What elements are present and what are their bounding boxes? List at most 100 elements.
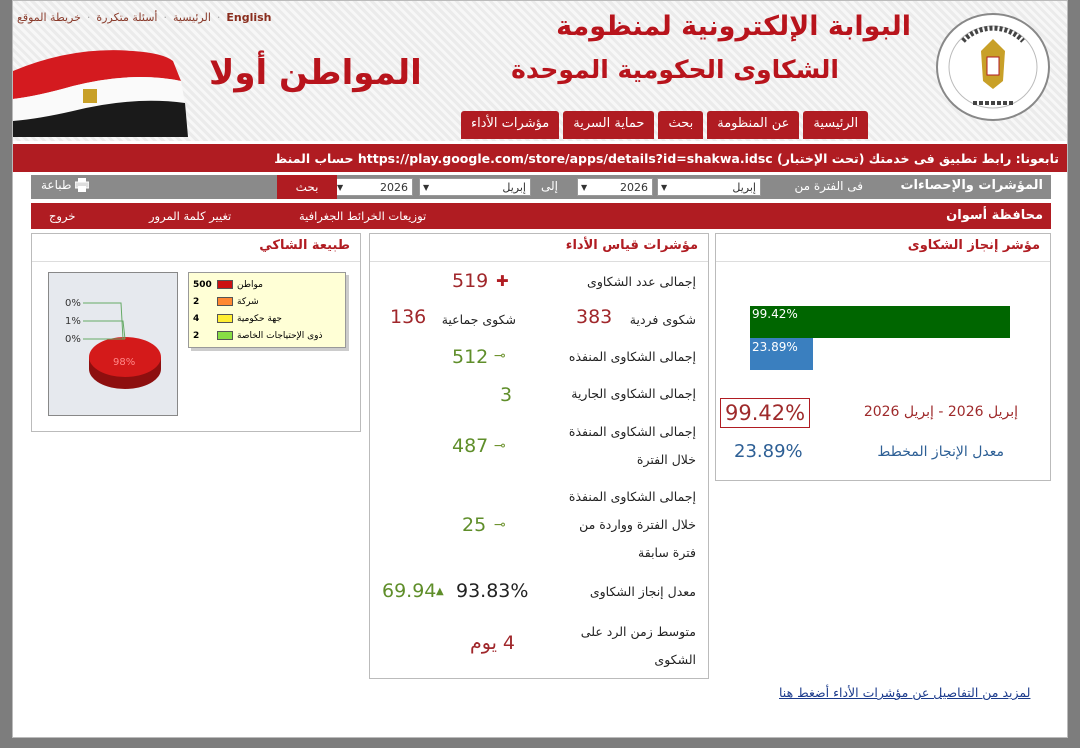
print-label: طباعة [41,178,72,192]
executed-period-label-1: إجمالى الشكاوى المنفذة [568,424,696,439]
key-icon: ⊸ [494,348,506,364]
legend-item: 4 جهة حكومية [193,310,341,327]
legend-swatch [217,314,233,323]
search-button[interactable]: بحث [277,175,337,199]
individual-value: 383 [576,306,613,328]
main-nav-tabs: مؤشرات الأداء حماية السرية بحث عن المنظو… [461,111,869,139]
planned-bar-label: 23.89% [752,340,798,354]
planned-rate-value: 23.89% [734,441,803,462]
planned-bar: 23.89% [750,338,813,370]
portal-subtitle: الشكاوى الحكومية الموحدة [511,55,839,84]
pie-chart: 0% 1% 0% 98% [48,272,178,416]
tab-about[interactable]: عن المنظومة [707,111,800,139]
executed-period-value: 487 [452,435,489,457]
executed-value: 512 [452,346,489,368]
complainant-panel: طبيعة الشاكي 0% 1% 0% 98% 500 مواطن 2 شركة… [31,233,361,432]
pie-chart-svg: 0% 1% 0% 98% [65,298,161,389]
legend-item: 2 ذوى الإحتياجات الخاصة [193,327,341,344]
more-details-link[interactable]: لمزيد من التفاصيل عن مؤشرات الأداء أضغط … [779,685,1030,700]
separator: · [216,11,221,24]
puzzle-icon: ✚ [496,272,509,290]
current-label: إجمالى الشكاوى الجارية [571,386,696,401]
governorate-name: محافظة أسوان [946,208,1043,223]
rate-value: 93.83% [456,580,529,602]
site-header: English · الرئيسية · أسئلة متكررة · خريط… [13,1,1067,141]
pie-main-label: 98% [113,357,135,368]
cabinet-logo-icon [936,13,1050,121]
complainant-title: طبيعة الشاكي [32,234,360,262]
chevron-down-icon: ▼ [423,183,430,192]
sitemap-link[interactable]: خريطة الموقع [17,11,81,24]
executed-label: إجمالى الشكاوى المنفذه [568,349,696,364]
to-year-value: 2026 [380,181,408,194]
change-password-link[interactable]: تغيير كلمة المرور [149,209,231,223]
group-value: 136 [390,306,427,328]
pie-legend: 500 مواطن 2 شركة 4 جهة حكومية 2 ذوى الإحتياج… [188,272,346,348]
total-value: 519 [452,270,489,292]
key-icon: ⊸ [494,438,506,454]
rate-change: 69.94 [382,580,437,602]
legend-label: جهة حكومية [237,313,282,324]
legend-value: 500 [193,279,212,290]
page-frame: English · الرئيسية · أسئلة متكررة · خريط… [12,0,1068,738]
chevron-down-icon: ▼ [581,183,588,192]
from-year-select[interactable]: 2026 ▼ [577,178,653,196]
prev-label-3: فترة سابقة [638,545,696,560]
from-year-value: 2026 [620,181,648,194]
leader-line [83,320,126,340]
current-value: 3 [500,384,513,406]
legend-item: 500 مواطن [193,276,341,293]
tab-performance-indicators[interactable]: مؤشرات الأداء [461,111,560,139]
individual-label: شكوى فردية [629,312,696,327]
stats-title: المؤشرات والإحصاءات [900,178,1043,193]
response-label-1: متوسط زمن الرد على [580,624,696,639]
kpi-title: مؤشرات قياس الأداء [370,234,708,262]
period-from-label: فى الفترة من [794,179,863,193]
tab-privacy[interactable]: حماية السرية [563,111,655,139]
response-label-2: الشكوى [654,652,696,667]
to-month-select[interactable]: إبريل ▼ [419,178,531,196]
legend-item: 2 شركة [193,293,341,310]
response-value: 4 يوم [470,632,516,654]
prev-value: 25 [462,514,487,536]
achievement-value: 99.42% [720,398,811,428]
from-month-value: إبريل [732,181,756,194]
faq-link[interactable]: أسئلة متكررة [96,11,157,24]
pie-label: 0% [65,334,81,345]
pie-label: 1% [65,316,81,327]
print-button[interactable]: طباعة [41,178,90,192]
achievement-bar-label: 99.42% [752,307,798,321]
user-bar: محافظة أسوان توزيعات الخرائط الجغرافية ت… [31,203,1051,229]
prev-label-2: خلال الفترة وواردة من [579,517,696,532]
to-month-value: إبريل [502,181,526,194]
achievement-bar: 99.42% [750,306,1011,338]
logout-link[interactable]: خروج [49,209,75,223]
chevron-down-icon: ▼ [337,183,344,192]
tab-home[interactable]: الرئيسية [803,111,869,139]
slogan: المواطن أولا [209,53,422,93]
legend-value: 2 [193,296,200,307]
tab-search[interactable]: بحث [658,111,704,139]
separator: · [163,11,167,24]
legend-swatch [217,331,233,340]
separator: · [86,11,91,24]
news-ticker[interactable]: تابعونا: رابط تطبيق فى خدمتك (تحت الإختب… [13,144,1067,172]
to-year-select[interactable]: 2026 ▼ [333,178,413,196]
home-link[interactable]: الرئيسية [173,11,211,24]
from-month-select[interactable]: إبريل ▼ [657,178,761,196]
rate-label: معدل إنجاز الشكاوى [589,584,696,599]
english-link[interactable]: English [226,11,271,24]
executed-period-label-2: خلال الفترة [636,452,696,467]
arrow-up-icon: ▲ [436,586,444,597]
prev-label-1: إجمالى الشكاوى المنفذة [568,489,696,504]
legend-label: مواطن [237,279,263,290]
geo-maps-link[interactable]: توزيعات الخرائط الجغرافية [299,209,426,223]
chevron-down-icon: ▼ [661,183,668,192]
filter-bar: المؤشرات والإحصاءات فى الفترة من إبريل ▼ … [31,175,1051,199]
printer-icon [75,178,90,192]
key-icon: ⊸ [494,517,506,533]
to-label: إلى [541,179,558,193]
group-label: شكوى جماعية [441,312,516,327]
legend-swatch [217,297,233,306]
legend-label: ذوى الإحتياجات الخاصة [237,330,323,341]
